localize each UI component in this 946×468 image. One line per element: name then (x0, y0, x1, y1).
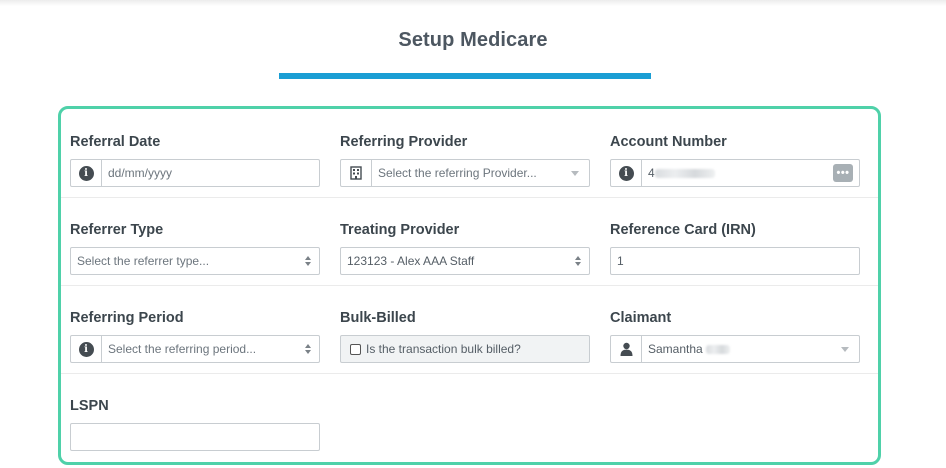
bulk-billed-field: Bulk-Billed Is the transaction bulk bill… (340, 309, 590, 363)
row-divider (61, 373, 878, 374)
referring-period-placeholder: Select the referring period... (108, 342, 257, 356)
building-icon (350, 166, 362, 180)
claimant-select[interactable]: Samantha (610, 335, 860, 363)
account-number-label: Account Number (610, 134, 727, 150)
form-row-1: Referral Date i dd/mm/yyyy Referring Pro… (61, 133, 878, 197)
chevron-down-icon[interactable] (571, 170, 579, 176)
redacted-text (706, 345, 731, 355)
referring-period-addon: i (71, 336, 102, 362)
sort-arrows-icon (305, 344, 311, 354)
claimant-field: Claimant Samantha (610, 309, 860, 363)
reference-card-input[interactable]: 1 (610, 247, 860, 275)
bulk-billed-checkbox[interactable] (350, 343, 361, 355)
account-number-value: 4 (642, 166, 833, 180)
referral-date-label: Referral Date (70, 134, 161, 150)
more-dots-icon[interactable]: ••• (833, 164, 853, 182)
claimant-addon (611, 336, 642, 362)
account-number-text: 4 (648, 166, 655, 180)
account-number-input[interactable]: i 4 ••• (610, 159, 860, 187)
lspn-field: LSPN (70, 397, 320, 451)
row-divider (61, 197, 878, 198)
top-shadow (0, 0, 946, 6)
referrer-type-field: Referrer Type Select the referrer type..… (70, 221, 320, 275)
reference-card-field: Reference Card (IRN) 1 (610, 221, 860, 275)
account-number-addon: i (611, 160, 642, 186)
reference-card-label: Reference Card (IRN) (610, 222, 756, 238)
lspn-input[interactable] (70, 423, 320, 451)
referrer-type-select[interactable]: Select the referrer type... (70, 247, 320, 275)
title-underline (279, 73, 651, 79)
medicare-form-card: Referral Date i dd/mm/yyyy Referring Pro… (58, 106, 881, 465)
referrer-type-placeholder: Select the referrer type... (77, 254, 210, 268)
info-icon[interactable]: i (618, 165, 634, 181)
treating-provider-value: 123123 - Alex AAA Staff (347, 254, 475, 268)
referral-date-field: Referral Date i dd/mm/yyyy (70, 133, 320, 187)
treating-provider-field: Treating Provider 123123 - Alex AAA Staf… (340, 221, 590, 275)
referring-provider-label: Referring Provider (340, 134, 468, 150)
treating-provider-select[interactable]: 123123 - Alex AAA Staff (340, 247, 590, 275)
bulk-billed-label: Bulk-Billed (340, 310, 416, 326)
form-row-2: Referrer Type Select the referrer type..… (61, 221, 878, 285)
lspn-label: LSPN (70, 398, 109, 414)
referring-period-field: Referring Period i Select the referring … (70, 309, 320, 363)
chevron-down-icon[interactable] (841, 346, 849, 352)
referral-date-addon: i (71, 160, 102, 186)
bulk-billed-control: Is the transaction bulk billed? (340, 335, 590, 363)
form-row-3: Referring Period i Select the referring … (61, 309, 878, 373)
referring-provider-field: Referring Provider Select the referring … (340, 133, 590, 187)
referrer-type-label: Referrer Type (70, 222, 164, 238)
sort-arrows-icon (305, 256, 311, 266)
account-number-field: Account Number i 4 ••• (610, 133, 860, 187)
form-row-4: LSPN (61, 397, 878, 461)
page-title: Setup Medicare (398, 29, 548, 51)
redacted-text (654, 169, 715, 179)
info-icon[interactable]: i (78, 165, 94, 181)
claimant-label: Claimant (610, 310, 672, 326)
info-icon[interactable]: i (78, 341, 94, 357)
referral-date-placeholder: dd/mm/yyyy (108, 166, 173, 180)
referring-provider-placeholder: Select the referring Provider... (378, 166, 537, 180)
referring-period-select[interactable]: i Select the referring period... (70, 335, 320, 363)
treating-provider-label: Treating Provider (340, 222, 460, 238)
row-divider (61, 285, 878, 286)
claimant-name-text: Samantha (648, 342, 703, 356)
claimant-value: Samantha (642, 342, 841, 356)
referring-provider-addon (341, 160, 372, 186)
user-icon (620, 342, 632, 356)
sort-arrows-icon (575, 256, 581, 266)
referring-provider-select[interactable]: Select the referring Provider... (340, 159, 590, 187)
reference-card-value: 1 (617, 254, 624, 268)
bulk-billed-checkbox-label[interactable]: Is the transaction bulk billed? (366, 342, 521, 356)
referring-period-label: Referring Period (70, 310, 184, 326)
referral-date-input[interactable]: i dd/mm/yyyy (70, 159, 320, 187)
